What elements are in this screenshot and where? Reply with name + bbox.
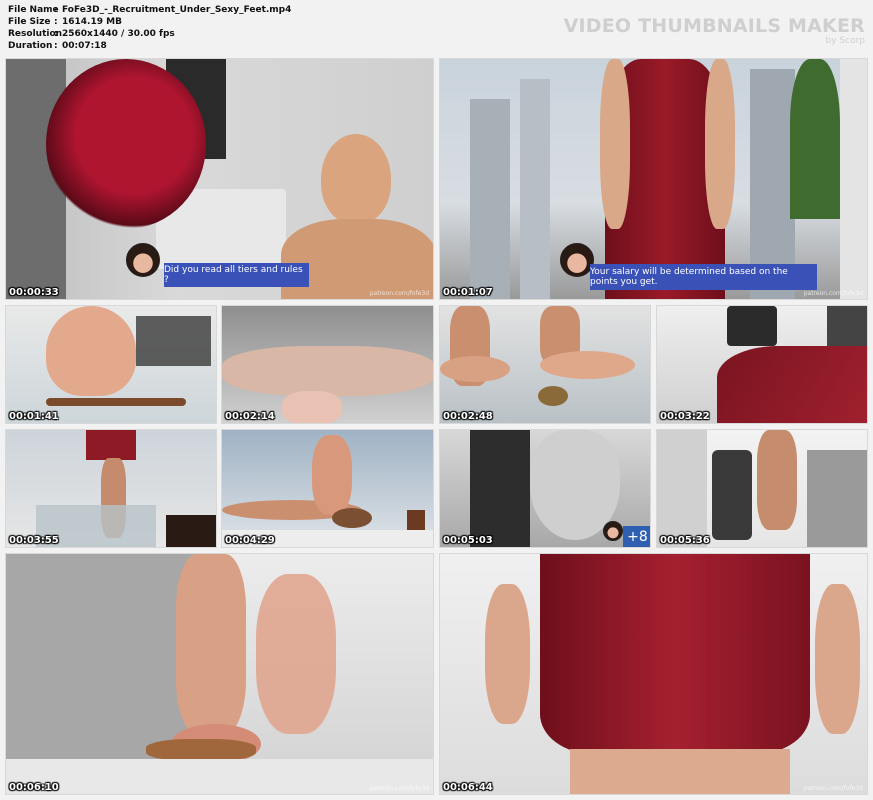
file-info: File Name : FoFe3D_-_Recruitment_Under_S… <box>8 4 291 52</box>
scene-shape <box>485 584 530 724</box>
scene-shape <box>222 346 433 396</box>
scene-shape <box>705 59 735 229</box>
timestamp: 00:05:36 <box>660 535 710 546</box>
timestamp: 00:06:10 <box>9 782 59 793</box>
thumbnail-7[interactable]: 00:03:55 <box>5 429 217 548</box>
file-name-row: File Name : FoFe3D_-_Recruitment_Under_S… <box>8 4 291 16</box>
timestamp: 00:01:07 <box>443 287 493 298</box>
thumbnail-9[interactable]: +8 00:05:03 <box>439 429 651 548</box>
resolution-value: 2560x1440 / 30.00 fps <box>62 29 175 39</box>
scene-shape <box>657 430 707 547</box>
more-badge: +8 <box>623 526 650 547</box>
thumbnail-8[interactable]: 00:04:29 <box>221 429 434 548</box>
file-name-value: FoFe3D_-_Recruitment_Under_Sexy_Feet.mp4 <box>62 5 292 15</box>
scene-shape <box>470 99 510 299</box>
brand-subtitle: by Scorp <box>825 36 865 46</box>
thumbnail-2[interactable]: Your salary will be determined based on … <box>439 58 868 300</box>
file-size-row: File Size : 1614.19 MB <box>8 16 291 28</box>
thumbnail-10[interactable]: 00:05:36 <box>656 429 868 548</box>
separator: : <box>54 41 58 51</box>
scene-shape <box>840 59 867 299</box>
separator: : <box>54 29 58 39</box>
scene-shape <box>166 515 216 547</box>
thumbnail-11[interactable]: 00:06:10 patreon.com/fofe3d <box>5 553 434 795</box>
resolution-label: Resolution <box>8 29 63 39</box>
scene-shape <box>312 435 352 515</box>
thumbnail-3[interactable]: 00:01:41 <box>5 305 217 424</box>
scene-shape <box>827 306 867 346</box>
timestamp: 00:00:33 <box>9 287 59 298</box>
timestamp: 00:05:03 <box>443 535 493 546</box>
avatar <box>603 521 623 541</box>
watermark: patreon.com/fofe3d <box>803 290 863 297</box>
scene-shape <box>727 306 777 346</box>
scene-shape <box>332 508 372 528</box>
file-size-value: 1614.19 MB <box>62 17 122 27</box>
resolution-row: Resolution : 2560x1440 / 30.00 fps <box>8 28 291 40</box>
scene-shape <box>520 79 550 299</box>
file-name-label: File Name <box>8 5 59 15</box>
scene-shape <box>146 739 256 761</box>
duration-value: 00:07:18 <box>62 41 107 51</box>
scene-shape <box>407 510 425 532</box>
scene-shape <box>712 450 752 540</box>
scene-shape <box>538 386 568 406</box>
scene-shape <box>540 351 635 379</box>
scene-shape <box>600 59 630 229</box>
scene-shape <box>46 59 206 229</box>
duration-label: Duration <box>8 41 53 51</box>
watermark: patreon.com/fofe3d <box>803 785 863 792</box>
timestamp: 00:01:41 <box>9 411 59 422</box>
scene-shape <box>321 134 391 224</box>
scene-shape <box>440 356 510 382</box>
thumbnail-1[interactable]: Did you read all tiers and rules ? 00:00… <box>5 58 434 300</box>
timestamp: 00:06:44 <box>443 782 493 793</box>
thumbnail-4[interactable]: 00:02:14 <box>221 305 434 424</box>
scene-shape <box>807 450 867 547</box>
thumbnail-12[interactable]: 00:06:44 patreon.com/fofe3d <box>439 553 868 795</box>
timestamp: 00:03:55 <box>9 535 59 546</box>
scene-shape <box>281 219 433 299</box>
subtitle-caption: Did you read all tiers and rules ? <box>164 263 309 287</box>
timestamp: 00:02:48 <box>443 411 493 422</box>
scene-shape <box>256 574 336 734</box>
separator: : <box>54 5 58 15</box>
scene-shape <box>790 59 840 219</box>
scene-shape <box>86 430 136 460</box>
scene-shape <box>815 584 860 734</box>
scene-shape <box>176 554 246 734</box>
thumbnail-6[interactable]: 00:03:22 <box>656 305 868 424</box>
scene-shape <box>540 554 810 754</box>
scene-shape <box>757 430 797 530</box>
file-size-label: File Size <box>8 17 51 27</box>
timestamp: 00:04:29 <box>225 535 275 546</box>
scene-shape <box>570 749 790 794</box>
scene-shape <box>46 306 136 396</box>
scene-shape <box>470 430 530 547</box>
watermark: patreon.com/fofe3d <box>369 290 429 297</box>
scene-shape <box>136 316 211 366</box>
avatar <box>126 243 160 277</box>
brand-title: VIDEO THUMBNAILS MAKER <box>563 15 865 37</box>
subtitle-caption: Your salary will be determined based on … <box>590 264 817 290</box>
thumbnail-5[interactable]: 00:02:48 <box>439 305 651 424</box>
scene-shape <box>717 346 867 423</box>
scene-shape <box>46 398 186 406</box>
timestamp: 00:02:14 <box>225 411 275 422</box>
watermark: patreon.com/fofe3d <box>369 785 429 792</box>
avatar <box>560 243 594 277</box>
brand-logo: VIDEO THUMBNAILS MAKER by Scorp <box>564 16 865 47</box>
scene-shape <box>282 391 342 423</box>
duration-row: Duration : 00:07:18 <box>8 40 291 52</box>
timestamp: 00:03:22 <box>660 411 710 422</box>
separator: : <box>54 17 58 27</box>
